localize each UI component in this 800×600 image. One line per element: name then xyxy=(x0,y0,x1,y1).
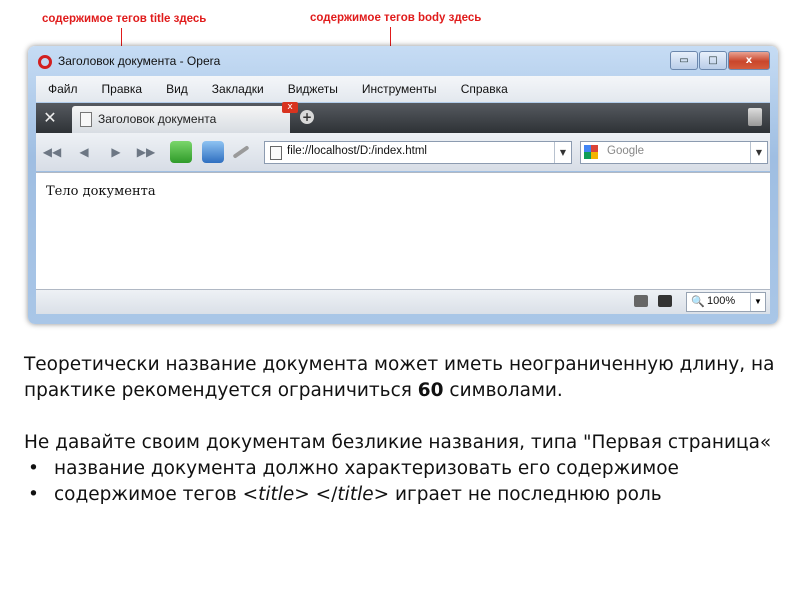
zoom-value: 100% xyxy=(707,295,736,307)
forward-button[interactable]: ▶ xyxy=(106,143,126,161)
google-icon[interactable] xyxy=(584,145,598,159)
wrench-icon[interactable]: ✕ xyxy=(40,108,60,128)
tab-active[interactable]: Заголовок документа x xyxy=(72,102,298,133)
paragraph-naming-advice: Не давайте своим документам безликие наз… xyxy=(24,432,772,453)
opera-logo-icon xyxy=(38,55,52,69)
title-bar[interactable]: Заголовок документа - Opera ▭ □ x xyxy=(28,46,778,76)
trash-icon[interactable] xyxy=(748,108,762,126)
magnifier-icon: 🔍 xyxy=(691,296,705,308)
fast-forward-button[interactable]: ▶▶ xyxy=(136,143,156,161)
tab-close-icon[interactable]: x xyxy=(282,102,298,113)
back-button[interactable]: ◀ xyxy=(74,143,94,161)
menu-file[interactable]: Файл xyxy=(36,82,90,96)
title-annotation: содержимое тегов title здесь xyxy=(42,13,207,25)
bullet-item: содержимое тегов <title> </title> играет… xyxy=(24,482,794,508)
rewind-button[interactable]: ◀◀ xyxy=(42,143,62,161)
minimize-button[interactable]: ▭ xyxy=(670,51,698,70)
window-controls: ▭ □ x xyxy=(669,51,770,70)
menu-bar: Файл Правка Вид Закладки Виджеты Инструм… xyxy=(36,76,770,102)
bullet2-mid: > </ xyxy=(294,484,338,505)
address-value: file://localhost/D:/index.html xyxy=(287,145,427,157)
search-dropdown-icon[interactable]: ▼ xyxy=(750,142,767,163)
close-button[interactable]: x xyxy=(728,51,770,70)
slide-text: Теоретически название документа может им… xyxy=(24,352,794,508)
para1-bold: 60 xyxy=(417,380,444,401)
wand-icon[interactable] xyxy=(232,145,250,159)
maximize-button[interactable]: □ xyxy=(699,51,727,70)
home-icon[interactable] xyxy=(202,141,224,163)
address-bar[interactable]: file://localhost/D:/index.html ▼ xyxy=(264,141,572,164)
document-icon xyxy=(80,112,92,127)
page-icon xyxy=(270,146,282,160)
search-box[interactable]: Google ▼ xyxy=(580,141,768,164)
bullet-item: название документа должно характеризоват… xyxy=(24,456,794,482)
page-content[interactable]: Тело документа xyxy=(36,172,770,289)
menu-edit[interactable]: Правка xyxy=(90,82,155,96)
zoom-control[interactable]: 🔍 100% ▼ xyxy=(686,292,766,312)
browser-window: Заголовок документа - Opera ▭ □ x Файл П… xyxy=(28,46,778,324)
body-annotation: содержимое тегов body здесь xyxy=(310,12,482,24)
menu-widgets[interactable]: Виджеты xyxy=(276,82,350,96)
bullet2-tag-open: title xyxy=(258,484,295,505)
page-body-text: Тело документа xyxy=(46,184,156,199)
camera-icon[interactable] xyxy=(658,295,672,307)
reload-icon[interactable] xyxy=(170,141,192,163)
menu-view[interactable]: Вид xyxy=(154,82,200,96)
para1-text-end: символами. xyxy=(443,380,563,401)
menu-help[interactable]: Справка xyxy=(449,82,520,96)
para1-text: Теоретически название документа может им… xyxy=(24,354,775,401)
tab-bar: ✕ Заголовок документа x + xyxy=(36,102,770,133)
panel-toggle-icon[interactable] xyxy=(634,295,648,307)
new-tab-button[interactable]: + xyxy=(300,110,314,124)
address-dropdown-icon[interactable]: ▼ xyxy=(554,142,571,163)
menu-tools[interactable]: Инструменты xyxy=(350,82,449,96)
navigation-toolbar: ◀◀ ◀ ▶ ▶▶ file://localhost/D:/index.html… xyxy=(36,133,770,171)
window-title: Заголовок документа - Opera xyxy=(58,54,221,68)
bullet2-prefix: содержимое тегов < xyxy=(54,484,259,505)
search-placeholder: Google xyxy=(607,145,645,157)
tab-label: Заголовок документа xyxy=(98,112,217,126)
bullet2-tag-close: title xyxy=(337,484,374,505)
status-bar: 🔍 100% ▼ xyxy=(36,289,770,314)
menu-bookmarks[interactable]: Закладки xyxy=(200,82,276,96)
bullet2-suffix: > играет не последнюю роль xyxy=(373,484,662,505)
zoom-dropdown-icon[interactable]: ▼ xyxy=(750,293,765,311)
paragraph-title-length: Теоретически название документа может им… xyxy=(24,352,794,404)
